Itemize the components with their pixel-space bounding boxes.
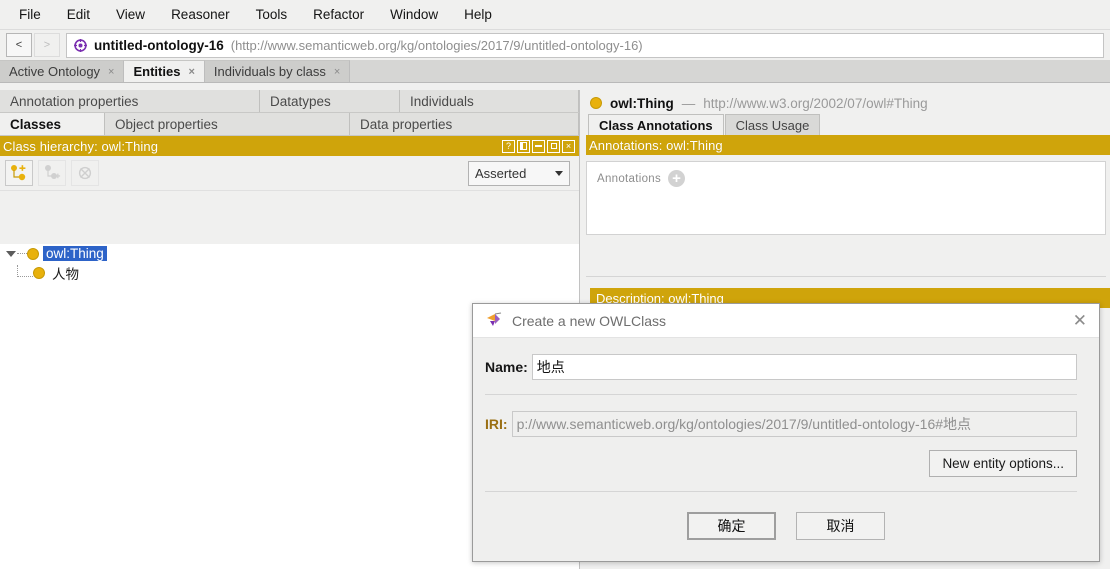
help-icon[interactable]: ? — [502, 139, 515, 153]
minimize-icon[interactable] — [532, 139, 545, 153]
back-button[interactable]: < — [6, 33, 32, 57]
tree-node-label: owl:Thing — [43, 246, 107, 261]
iri-input[interactable]: p://www.semanticweb.org/kg/ontologies/20… — [511, 411, 1077, 437]
tab-label: Entities — [133, 64, 181, 79]
class-icon — [590, 97, 602, 109]
tree-node-label: 人物 — [52, 266, 79, 282]
tab-object-properties[interactable]: Object properties — [105, 113, 350, 135]
plus-icon[interactable]: + — [668, 170, 686, 187]
tab-class-usage[interactable]: Class Usage — [724, 114, 821, 135]
tab-close-icon[interactable]: × — [108, 66, 114, 78]
menu-item-reasoner[interactable]: Reasoner — [158, 4, 243, 25]
menu-item-refactor[interactable]: Refactor — [300, 4, 377, 25]
close-icon[interactable]: ✕ — [1073, 312, 1087, 329]
ontology-url-bar: < > untitled-ontology-16 (http://www.sem… — [0, 30, 1110, 60]
add-subclass-button[interactable] — [5, 160, 33, 186]
cancel-button[interactable]: 取消 — [796, 512, 885, 540]
entity-header: owl:Thing — http://www.w3.org/2002/07/ow… — [580, 90, 1110, 114]
entity-name: owl:Thing — [610, 95, 674, 111]
tab-datatypes[interactable]: Datatypes — [260, 90, 400, 112]
entity-type-tabs-top: Annotation properties Datatypes Individu… — [0, 90, 579, 113]
name-label: Name: — [485, 359, 528, 375]
tree-connector — [17, 264, 33, 277]
iri-field-row: IRI: p://www.semanticweb.org/kg/ontologi… — [473, 395, 1099, 437]
annotations-label: Annotations — [597, 172, 662, 185]
entity-detail-tabs: Class Annotations Class Usage — [580, 114, 1110, 135]
create-owlclass-dialog: Create a new OWLClass ✕ Name: 地点 IRI: p:… — [472, 303, 1100, 562]
tab-annotation-properties[interactable]: Annotation properties — [0, 90, 260, 112]
name-field-row: Name: 地点 — [473, 338, 1099, 380]
ontology-icon — [74, 38, 87, 52]
name-input[interactable]: 地点 — [531, 354, 1077, 380]
new-entity-options-button[interactable]: New entity options... — [929, 450, 1077, 477]
panel-divider — [586, 276, 1106, 277]
entity-type-tabs-bottom: Classes Object properties Data propertie… — [0, 113, 579, 136]
menu-item-window[interactable]: Window — [377, 4, 451, 25]
protege-logo-icon — [486, 312, 503, 330]
new-entity-options-row: New entity options... — [473, 437, 1099, 491]
menu-item-view[interactable]: View — [103, 4, 158, 25]
protege-window: File Edit View Reasoner Tools Refactor W… — [0, 0, 1110, 569]
add-sibling-class-button[interactable] — [38, 160, 66, 186]
tree-connector — [17, 252, 27, 255]
class-icon — [27, 247, 39, 260]
ontology-name: untitled-ontology-16 — [94, 37, 224, 53]
tab-entities[interactable]: Entities × — [124, 60, 205, 82]
tree-node-owl-thing[interactable]: owl:Thing — [0, 244, 579, 263]
class-tree-toolbar: Asserted — [0, 156, 579, 191]
ontology-field[interactable]: untitled-ontology-16 (http://www.semanti… — [66, 32, 1104, 58]
menu-item-edit[interactable]: Edit — [54, 4, 103, 25]
tab-label: Active Ontology — [9, 64, 101, 79]
tab-classes[interactable]: Classes — [0, 113, 105, 135]
menu-item-file[interactable]: File — [6, 4, 54, 25]
annotations-panel-title: Annotations: owl:Thing — [589, 137, 723, 153]
tab-close-icon[interactable]: × — [334, 66, 340, 78]
chevron-down-icon — [555, 170, 563, 176]
hierarchy-view-selector[interactable]: Asserted — [468, 160, 570, 186]
tab-label: Individuals by class — [213, 64, 326, 79]
tab-individuals-by-class[interactable]: Individuals by class × — [204, 60, 351, 82]
annotations-panel-header: Annotations: owl:Thing — [586, 135, 1110, 155]
panel-header-buttons: ? × — [502, 139, 575, 153]
annotations-list: Annotations + — [586, 161, 1106, 235]
main-tab-strip: Active Ontology × Entities × Individuals… — [0, 60, 1110, 83]
tab-class-annotations[interactable]: Class Annotations — [588, 114, 724, 135]
tab-active-ontology[interactable]: Active Ontology × — [0, 60, 125, 82]
entity-iri: http://www.w3.org/2002/07/owl#Thing — [703, 95, 928, 111]
ontology-iri: (http://www.semanticweb.org/kg/ontologie… — [230, 37, 643, 53]
tab-data-properties[interactable]: Data properties — [350, 113, 579, 135]
forward-button[interactable]: > — [34, 33, 60, 57]
dialog-title: Create a new OWLClass — [512, 312, 667, 329]
class-hierarchy-title: Class hierarchy: owl:Thing — [3, 138, 159, 154]
class-icon — [33, 266, 45, 279]
entity-separator: — — [681, 95, 696, 111]
menu-item-tools[interactable]: Tools — [243, 4, 301, 25]
delete-class-button[interactable] — [71, 160, 99, 186]
iri-label: IRI: — [485, 416, 508, 432]
annotations-add-row: Annotations + — [597, 170, 1095, 187]
hierarchy-view-value: Asserted — [475, 165, 527, 181]
tab-close-icon[interactable]: × — [188, 66, 194, 78]
menu-item-help[interactable]: Help — [451, 4, 505, 25]
dialog-button-row: 确定 取消 — [473, 492, 1099, 540]
expand-collapse-icon[interactable] — [4, 250, 17, 257]
dialog-title-bar: Create a new OWLClass ✕ — [473, 304, 1099, 338]
ok-button[interactable]: 确定 — [687, 512, 776, 540]
maximize-icon[interactable] — [547, 139, 560, 153]
menu-bar: File Edit View Reasoner Tools Refactor W… — [0, 0, 1110, 30]
class-hierarchy-header: Class hierarchy: owl:Thing ? × — [0, 136, 579, 156]
split-icon[interactable] — [517, 139, 530, 153]
dialog-body: Name: 地点 IRI: p://www.semanticweb.org/kg… — [473, 338, 1099, 561]
tab-individuals[interactable]: Individuals — [400, 90, 579, 112]
tree-node-renwu[interactable]: 人物 — [0, 263, 579, 282]
close-icon[interactable]: × — [562, 139, 575, 153]
